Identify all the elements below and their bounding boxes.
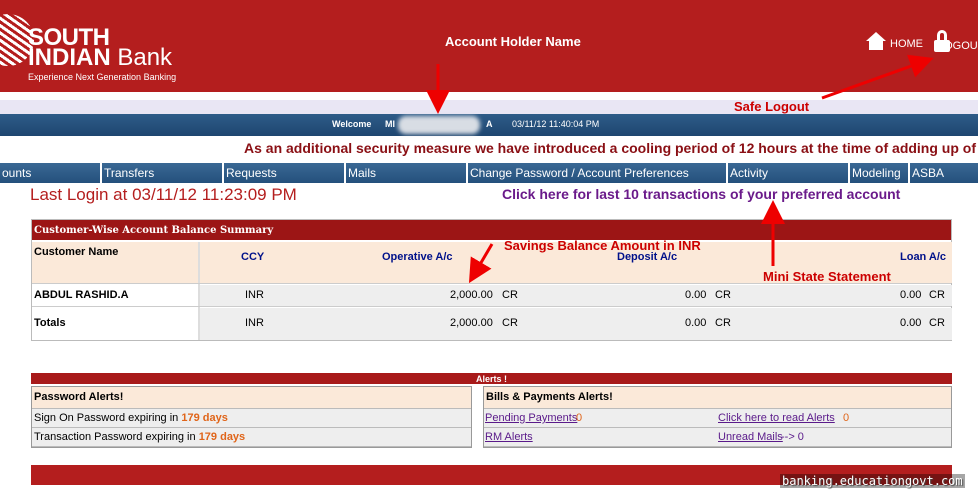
txn-alert-days: 179 days <box>198 431 246 443</box>
totals-row-ccy: INR <box>245 317 264 329</box>
welcome-datetime: 03/11/12 11:40:04 PM <box>512 119 600 129</box>
col-loan: Loan A/c <box>900 251 947 263</box>
totals-row-loan-dc: CR <box>929 317 945 329</box>
col-customer-name: Customer Name <box>34 246 119 258</box>
bills-alert-row: RM Alerts Unread Mails --> 0 <box>484 428 951 447</box>
home-link[interactable]: HOME <box>866 32 923 50</box>
redacted-name-blur <box>398 116 480 134</box>
signon-alert-text: Sign On Password expiring in <box>34 412 179 424</box>
table-row-dep-dc: CR <box>715 289 731 301</box>
bank-header: SOUTH INDIAN Bank Experience Next Genera… <box>0 0 978 92</box>
bank-logo[interactable]: SOUTH INDIAN Bank Experience Next Genera… <box>0 0 196 92</box>
annotation-mini-statement: Mini State Statement <box>763 269 891 284</box>
annotation-safe-logout: Safe Logout <box>734 99 810 114</box>
home-label: HOME <box>890 38 923 50</box>
signon-password-alert: Sign On Password expiring in 179 days <box>32 409 471 428</box>
read-alerts-count: 0 <box>843 412 850 424</box>
transaction-password-alert: Transaction Password expiring in 179 day… <box>32 428 471 447</box>
pending-payments-link[interactable]: Pending Payments <box>485 412 577 424</box>
table-row-loan-dc: CR <box>929 289 945 301</box>
bills-alerts-title: Bills & Payments Alerts! <box>484 387 951 409</box>
col-ccy: CCY <box>241 251 265 263</box>
welcome-name-start: MI <box>385 119 395 129</box>
table-row-op-dc: CR <box>502 289 518 301</box>
nav-accounts[interactable]: ounts <box>0 163 102 183</box>
security-marquee: As an additional security measure we hav… <box>244 140 978 156</box>
row-bg <box>200 285 952 306</box>
totals-row-loan: 0.00 <box>900 317 922 329</box>
logout-link[interactable]: LOGOUT <box>934 30 978 52</box>
nav-asba[interactable]: ASBA <box>910 163 978 183</box>
unread-mails-count: --> 0 <box>781 431 804 443</box>
table-row-name: ABDUL RASHID.A <box>34 289 129 301</box>
welcome-prefix: Welcome <box>332 119 372 129</box>
watermark: banking.educationgovt.com <box>780 474 965 488</box>
totals-row-operative: 2,000.00 <box>450 317 493 329</box>
totals-row-deposit: 0.00 <box>685 317 707 329</box>
password-alerts-title: Password Alerts! <box>32 387 471 409</box>
row-bg <box>200 308 952 340</box>
nav-transfers[interactable]: Transfers <box>102 163 224 183</box>
logo-tagline: Experience Next Generation Banking <box>28 72 177 82</box>
nav-requests[interactable]: Requests <box>224 163 346 183</box>
pending-payments-count: 0 <box>576 412 583 424</box>
bills-payments-alerts-panel: Bills & Payments Alerts! Pending Payment… <box>483 386 952 448</box>
table-row-operative[interactable]: 2,000.00 <box>450 289 493 301</box>
read-alerts-link[interactable]: Click here to read Alerts <box>718 412 835 424</box>
bills-alert-row: Pending Payments 0 Click here to read Al… <box>484 409 951 428</box>
signon-alert-days: 179 days <box>181 412 228 424</box>
summary-title: Customer-Wise Account Balance Summary <box>32 220 951 240</box>
header-divider-band <box>0 100 978 114</box>
password-alerts-panel: Password Alerts! Sign On Password expiri… <box>31 386 472 448</box>
totals-row-dep-dc: CR <box>715 317 731 329</box>
alerts-title: Alerts ! <box>31 373 952 384</box>
row-divider <box>32 306 951 307</box>
last-login-text: Last Login at 03/11/12 11:23:09 PM <box>30 185 297 204</box>
welcome-name-end: A <box>486 119 493 129</box>
totals-row-op-dc: CR <box>502 317 518 329</box>
annotation-account-holder: Account Holder Name <box>445 34 581 49</box>
welcome-bar: Welcome MI A 03/11/12 11:40:04 PM <box>0 114 978 136</box>
table-row-loan: 0.00 <box>900 289 922 301</box>
nav-modeling[interactable]: Modeling <box>850 163 910 183</box>
table-row-ccy: INR <box>245 289 264 301</box>
unread-mails-link[interactable]: Unread Mails <box>718 431 783 443</box>
totals-row-name: Totals <box>34 317 66 329</box>
rm-alerts-link[interactable]: RM Alerts <box>485 431 533 443</box>
col-operative: Operative A/c <box>382 251 453 263</box>
mini-statement-link[interactable]: Click here for last 10 transactions of y… <box>502 186 900 202</box>
table-row-deposit: 0.00 <box>685 289 707 301</box>
logo-text-indian-bank: INDIAN Bank <box>28 44 173 71</box>
nav-change-password[interactable]: Change Password / Account Preferences <box>468 163 728 183</box>
nav-mails[interactable]: Mails <box>346 163 468 183</box>
main-nav: ounts Transfers Requests Mails Change Pa… <box>0 163 978 183</box>
home-icon <box>866 32 886 50</box>
nav-activity[interactable]: Activity <box>728 163 850 183</box>
annotation-savings-balance: Savings Balance Amount in INR <box>504 238 701 253</box>
txn-alert-text: Transaction Password expiring in <box>34 431 196 443</box>
